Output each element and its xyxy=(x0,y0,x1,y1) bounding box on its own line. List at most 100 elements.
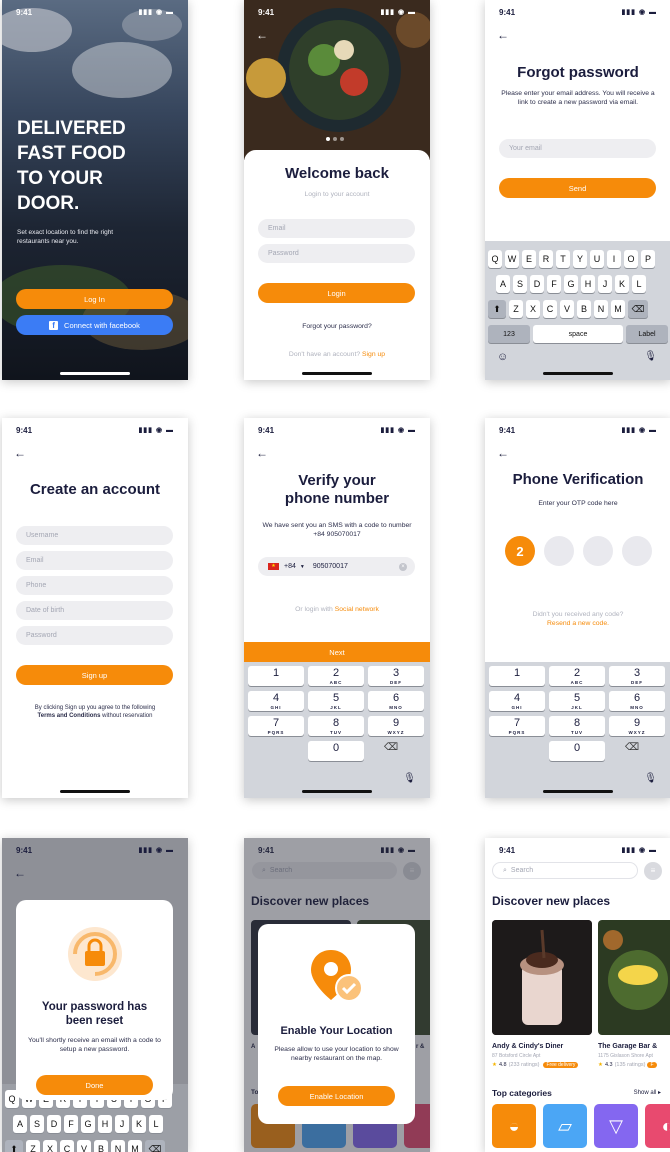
key-x[interactable]: X xyxy=(43,1140,57,1152)
otp-digit-box[interactable] xyxy=(622,536,652,566)
key-l[interactable]: L xyxy=(632,275,646,293)
key-j[interactable]: J xyxy=(115,1115,129,1133)
back-arrow-icon[interactable]: ← xyxy=(14,446,26,460)
login-button[interactable]: Log In xyxy=(16,289,173,309)
numpad-key-9[interactable]: 9 WXYZ xyxy=(609,716,665,736)
chevron-down-icon[interactable]: ▼ xyxy=(300,564,305,570)
numpad-key-4[interactable]: 4 GHI xyxy=(248,691,304,711)
clear-icon[interactable]: × xyxy=(399,562,407,571)
carousel-dot[interactable] xyxy=(340,137,344,141)
date-of-birth-field[interactable]: Date of birth xyxy=(16,601,173,620)
back-arrow-icon[interactable]: ← xyxy=(497,446,509,460)
backspace-key[interactable]: ⌫ xyxy=(384,742,398,753)
key-d[interactable]: D xyxy=(47,1115,61,1133)
restaurant-card-image[interactable] xyxy=(492,920,592,1035)
otp-digit-box[interactable] xyxy=(544,536,574,566)
show-all-link[interactable]: Show all ▸ xyxy=(634,1089,661,1096)
key-v[interactable]: V xyxy=(560,300,574,318)
done-button[interactable]: Done xyxy=(36,1075,153,1095)
restaurant-card-image[interactable] xyxy=(598,920,670,1035)
otp-digit-box[interactable]: 2 xyxy=(505,536,535,566)
email-field[interactable]: Email xyxy=(16,551,173,570)
key-a[interactable]: A xyxy=(496,275,510,293)
key-u[interactable]: U xyxy=(590,250,604,268)
numpad-key-6[interactable]: 6 MNO xyxy=(609,691,665,711)
numpad-key-9[interactable]: 9 WXYZ xyxy=(368,716,424,736)
email-field[interactable]: Your email xyxy=(499,139,656,158)
numbers-key[interactable]: 123 xyxy=(488,325,530,343)
back-arrow-icon[interactable]: ← xyxy=(256,28,268,42)
key-n[interactable]: N xyxy=(111,1140,125,1152)
key-s[interactable]: S xyxy=(30,1115,44,1133)
key-b[interactable]: B xyxy=(94,1140,108,1152)
signup-link[interactable]: Sign up xyxy=(362,351,385,358)
emoji-icon[interactable]: ☺ xyxy=(497,351,508,363)
key-j[interactable]: J xyxy=(598,275,612,293)
phone-field[interactable]: Phone xyxy=(16,576,173,595)
resend-code-link[interactable]: Resend a new code. xyxy=(495,619,661,628)
numpad-key-3[interactable]: 3 DEF xyxy=(368,666,424,686)
key-p[interactable]: P xyxy=(641,250,655,268)
key-l[interactable]: L xyxy=(149,1115,163,1133)
space-key[interactable]: space xyxy=(533,325,623,343)
microphone-icon[interactable]: 🎙 xyxy=(403,773,416,784)
numpad-key-2[interactable]: 2 ABC xyxy=(549,666,605,686)
key-z[interactable]: Z xyxy=(509,300,523,318)
enable-location-button[interactable]: Enable Location xyxy=(278,1086,395,1106)
key-o[interactable]: O xyxy=(624,250,638,268)
facebook-connect-button[interactable]: f Connect with facebook xyxy=(16,315,173,335)
key-y[interactable]: Y xyxy=(573,250,587,268)
shift-key[interactable]: ⬆ xyxy=(5,1140,23,1152)
category-pizza[interactable]: ▽ xyxy=(594,1104,638,1148)
carousel-dot[interactable] xyxy=(326,137,330,141)
username-field[interactable]: Username xyxy=(16,526,173,545)
numpad-key-4[interactable]: 4 GHI xyxy=(489,691,545,711)
key-n[interactable]: N xyxy=(594,300,608,318)
key-c[interactable]: C xyxy=(60,1140,74,1152)
key-f[interactable]: F xyxy=(64,1115,78,1133)
backspace-key[interactable]: ⌫ xyxy=(628,300,648,318)
key-c[interactable]: C xyxy=(543,300,557,318)
key-k[interactable]: K xyxy=(132,1115,146,1133)
category-burger[interactable]: ◒ xyxy=(492,1104,536,1148)
numpad-key-7[interactable]: 7 PQRS xyxy=(248,716,304,736)
send-button[interactable]: Send xyxy=(499,178,656,198)
forgot-password-link[interactable]: Forgot your password? xyxy=(254,322,420,331)
numpad-key-5[interactable]: 5 JKL xyxy=(549,691,605,711)
key-k[interactable]: K xyxy=(615,275,629,293)
numpad-key-2[interactable]: 2 ABC xyxy=(308,666,364,686)
phone-number-field[interactable]: ★ +84 ▼ 905070017 × xyxy=(258,557,415,576)
key-g[interactable]: G xyxy=(564,275,578,293)
backspace-key[interactable]: ⌫ xyxy=(145,1140,165,1152)
numpad-key-5[interactable]: 5 JKL xyxy=(308,691,364,711)
key-i[interactable]: I xyxy=(607,250,621,268)
key-e[interactable]: E xyxy=(522,250,536,268)
key-m[interactable]: M xyxy=(128,1140,142,1152)
social-network-link[interactable]: Social network xyxy=(335,606,379,613)
email-field[interactable]: Email xyxy=(258,219,415,238)
login-submit-button[interactable]: Login xyxy=(258,283,415,303)
backspace-key[interactable]: ⌫ xyxy=(625,742,639,753)
category-dessert[interactable]: ◐ xyxy=(645,1104,670,1148)
numpad-key-8[interactable]: 8 TUV xyxy=(549,716,605,736)
key-f[interactable]: F xyxy=(547,275,561,293)
place-name[interactable]: Andy & Cindy's Diner xyxy=(492,1043,563,1050)
key-w[interactable]: W xyxy=(505,250,519,268)
microphone-icon[interactable]: 🎙 xyxy=(644,773,657,784)
return-key[interactable]: Label xyxy=(626,325,668,343)
back-arrow-icon[interactable]: ← xyxy=(497,28,509,42)
key-x[interactable]: X xyxy=(526,300,540,318)
key-v[interactable]: V xyxy=(77,1140,91,1152)
filter-icon[interactable]: ≡ xyxy=(644,862,662,880)
search-field[interactable]: ⌕ Search xyxy=(492,862,638,879)
terms-link[interactable]: Terms and Conditions xyxy=(38,713,101,719)
category-bread[interactable]: ▱ xyxy=(543,1104,587,1148)
key-r[interactable]: R xyxy=(539,250,553,268)
back-arrow-icon[interactable]: ← xyxy=(14,866,26,880)
key-a[interactable]: A xyxy=(13,1115,27,1133)
key-d[interactable]: D xyxy=(530,275,544,293)
back-arrow-icon[interactable]: ← xyxy=(256,446,268,460)
numpad-key-7[interactable]: 7 PQRS xyxy=(489,716,545,736)
numpad-key-1[interactable]: 1 xyxy=(489,666,545,686)
country-code[interactable]: +84 xyxy=(284,563,296,570)
